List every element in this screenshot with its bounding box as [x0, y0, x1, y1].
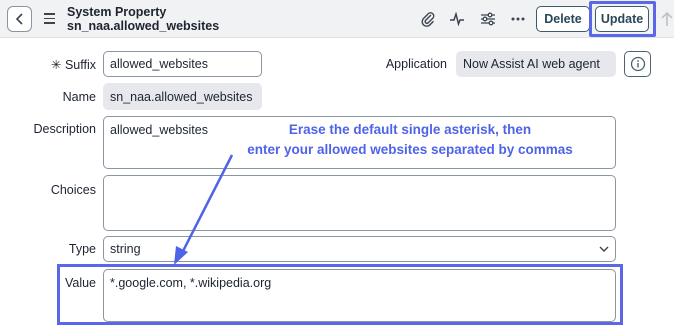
- activity-icon[interactable]: [448, 10, 466, 28]
- application-field: Now Assist AI web agent: [456, 51, 616, 77]
- annotation-callout: Erase the default single asterisk, then …: [220, 120, 600, 160]
- more-icon[interactable]: [509, 10, 527, 28]
- suffix-label: ✳ Suffix: [50, 58, 96, 72]
- annotation-line-1: Erase the default single asterisk, then: [288, 122, 532, 137]
- page-title: System Property sn_naa.allowed_websites: [67, 5, 219, 33]
- choices-label: Choices: [50, 183, 96, 197]
- chevron-down-icon: [599, 246, 609, 252]
- type-label: Type: [68, 242, 96, 256]
- application-info-button[interactable]: [624, 51, 651, 77]
- value-textarea[interactable]: *.google.com, *.wikipedia.org: [103, 269, 616, 322]
- chevron-left-icon: [15, 13, 23, 25]
- sliders-icon[interactable]: [479, 10, 497, 28]
- paperclip-icon[interactable]: [419, 10, 437, 28]
- arrow-up-icon[interactable]: [660, 10, 674, 28]
- suffix-input[interactable]: allowed_websites: [103, 51, 262, 77]
- type-select-value: string: [110, 242, 141, 256]
- type-select[interactable]: string: [103, 236, 616, 262]
- choices-textarea[interactable]: [103, 175, 616, 231]
- required-asterisk-icon: ✳: [50, 58, 62, 72]
- application-label: Application: [385, 57, 447, 71]
- back-button[interactable]: [7, 6, 32, 32]
- title-line-1: System Property: [67, 5, 167, 19]
- update-button[interactable]: Update: [595, 6, 649, 32]
- info-icon: [630, 56, 645, 72]
- annotation-line-2: enter your allowed websites separated by…: [247, 142, 573, 157]
- header-bar: System Property sn_naa.allowed_websites …: [0, 0, 674, 38]
- value-label: Value: [64, 276, 96, 290]
- description-label: Description: [33, 122, 96, 136]
- menu-icon[interactable]: [44, 13, 55, 24]
- name-field: sn_naa.allowed_websites: [103, 83, 262, 110]
- name-label: Name: [62, 90, 96, 104]
- title-line-2: sn_naa.allowed_websites: [67, 19, 220, 33]
- delete-button[interactable]: Delete: [536, 6, 590, 32]
